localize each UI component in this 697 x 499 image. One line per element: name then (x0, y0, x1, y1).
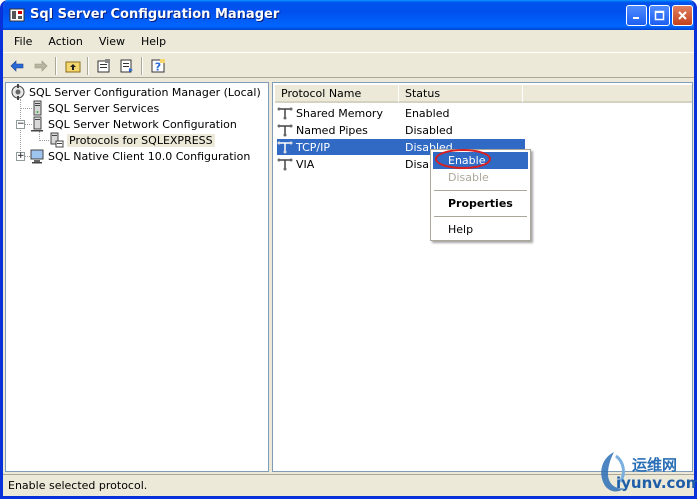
column-header-filler (523, 85, 692, 103)
menu-file[interactable]: File (3, 35, 40, 48)
tree-item-label: SQL Server Configuration Manager (Local) (29, 85, 261, 99)
minimize-icon (633, 17, 639, 19)
context-menu-help[interactable]: Help (433, 221, 528, 238)
tree-item-network-config[interactable]: SQL Server Network Configuration (29, 116, 237, 132)
export-list-button[interactable] (117, 56, 137, 76)
toolbar-separator (87, 57, 89, 75)
tree-item-protocols-sqlexpress[interactable]: Protocols for SQLEXPRESS (48, 132, 215, 148)
up-one-level-button[interactable] (63, 56, 83, 76)
tree-item-services[interactable]: SQL Server Services (29, 100, 159, 116)
menu-view[interactable]: View (91, 35, 133, 48)
server-icon (29, 100, 45, 116)
maximize-icon (654, 10, 665, 21)
close-icon (678, 11, 687, 20)
properties-icon (97, 59, 110, 73)
context-menu-separator (434, 190, 527, 191)
forward-arrow-icon (34, 60, 48, 72)
context-menu-separator (434, 216, 527, 217)
protocol-icon (277, 156, 293, 172)
forward-button[interactable] (31, 56, 51, 76)
menu-help[interactable]: Help (133, 35, 174, 48)
protocol-list-pane[interactable]: Protocol Name Status Shared Memory Enabl… (272, 82, 693, 472)
main-window: Sql Server Configuration Manager File Ac… (0, 0, 697, 499)
export-list-icon (120, 59, 133, 73)
protocol-name: Shared Memory (296, 106, 383, 120)
status-text: Enable selected protocol. (8, 479, 148, 492)
status-bar: Enable selected protocol. (3, 474, 694, 496)
context-menu-properties[interactable]: Properties (433, 195, 528, 212)
title-bar[interactable]: Sql Server Configuration Manager (3, 0, 694, 30)
list-row-named-pipes[interactable]: Named Pipes Disabled (277, 122, 525, 138)
tree-item-native-client[interactable]: SQL Native Client 10.0 Configuration (29, 148, 250, 164)
toolbar: ? (3, 52, 694, 78)
help-button[interactable]: ? (148, 56, 168, 76)
tree-item-label: Protocols for SQLEXPRESS (67, 133, 215, 147)
protocol-icon (277, 105, 293, 121)
protocol-icon (277, 139, 293, 155)
toolbar-separator (55, 57, 57, 75)
protocols-icon (48, 132, 64, 148)
column-header-protocol-name[interactable]: Protocol Name (275, 85, 399, 103)
tree-item-label: SQL Server Network Configuration (48, 117, 237, 131)
network-icon (29, 116, 45, 132)
watermark-en: iyunv.com (616, 474, 697, 492)
close-button[interactable] (672, 5, 693, 26)
menu-action[interactable]: Action (40, 35, 90, 48)
protocol-name: TCP/IP (296, 140, 330, 154)
up-folder-icon (65, 61, 81, 73)
protocol-name: Named Pipes (296, 123, 368, 137)
tree-item-root[interactable]: SQL Server Configuration Manager (Local) (10, 84, 261, 100)
minimize-button[interactable] (626, 5, 647, 26)
tree-collapse-toggle[interactable]: − (16, 120, 25, 129)
watermark: 运维网 iyunv.com (594, 448, 697, 496)
maximize-button[interactable] (649, 5, 670, 26)
tree-item-label: SQL Server Services (48, 101, 160, 115)
menu-bar: File Action View Help (3, 30, 694, 52)
toolbar-separator (141, 57, 143, 75)
config-manager-icon (10, 84, 26, 100)
properties-button[interactable] (94, 56, 114, 76)
protocol-icon (277, 122, 293, 138)
client-icon (29, 148, 45, 164)
window-title: Sql Server Configuration Manager (30, 7, 280, 22)
tree-expand-toggle[interactable]: + (16, 152, 25, 161)
back-arrow-icon (10, 60, 24, 72)
highlight-circle-annotation (435, 149, 491, 169)
watermark-cn: 运维网 (632, 456, 678, 474)
tree-pane[interactable]: SQL Server Configuration Manager (Local)… (5, 82, 269, 472)
help-icon: ? (151, 59, 165, 74)
protocol-name: VIA (296, 157, 315, 171)
protocol-status: Disabled (405, 123, 453, 137)
list-row-shared-memory[interactable]: Shared Memory Enabled (277, 105, 525, 121)
protocol-status: Enabled (405, 106, 450, 120)
tree-item-label: SQL Native Client 10.0 Configuration (48, 149, 251, 163)
app-icon (9, 7, 25, 23)
back-button[interactable] (7, 56, 27, 76)
column-header-status[interactable]: Status (399, 85, 523, 103)
context-menu-disable: Disable (448, 171, 489, 184)
